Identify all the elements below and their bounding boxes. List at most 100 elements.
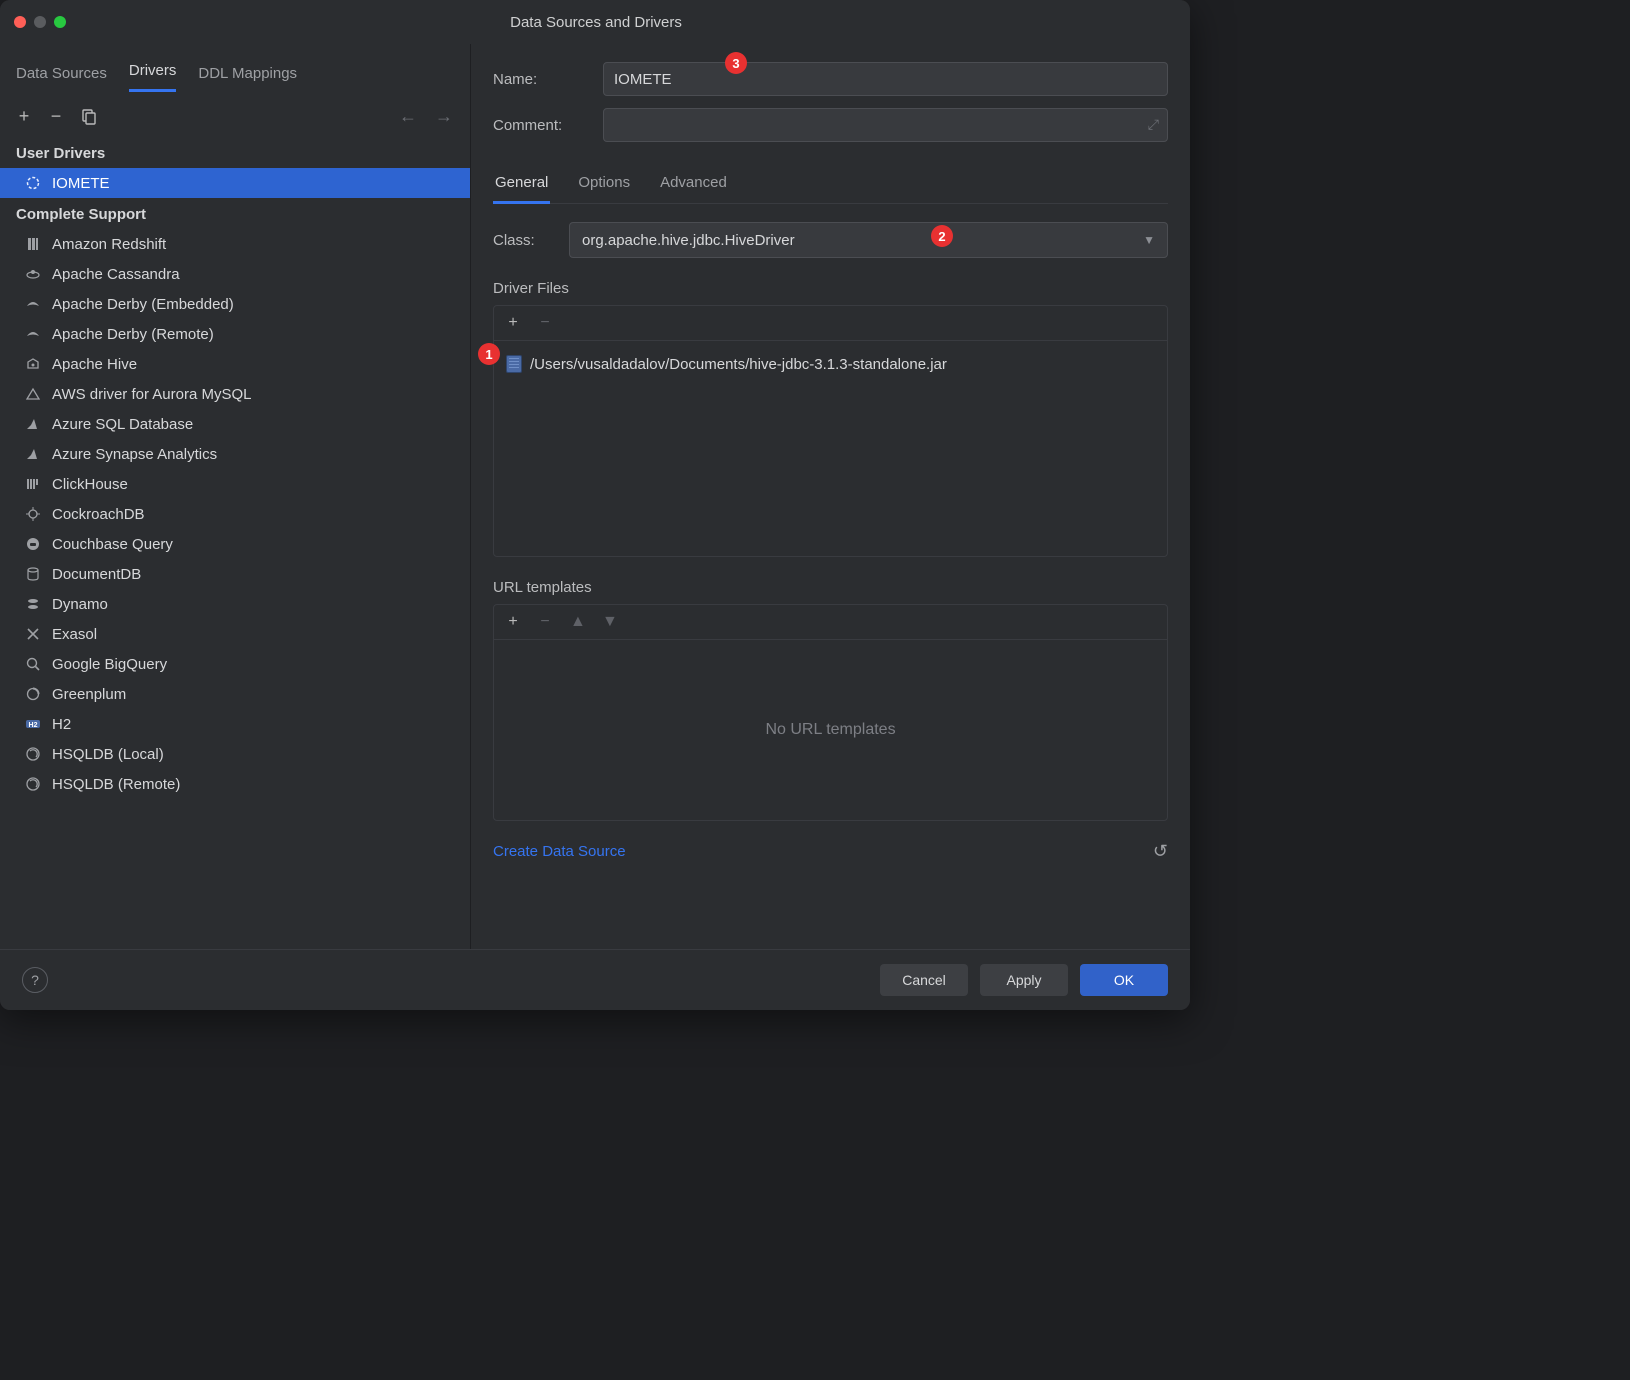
class-select[interactable]: org.apache.hive.jdbc.HiveDriver ▼ <box>569 222 1168 258</box>
move-down-button[interactable]: ▼ <box>602 613 616 631</box>
svg-text:H2: H2 <box>29 722 38 729</box>
driver-row-label: IOMETE <box>52 175 110 192</box>
driver-row-iomete[interactable]: IOMETE <box>0 168 470 198</box>
driver-row-label: Greenplum <box>52 686 126 703</box>
driver-row-label: Apache Derby (Remote) <box>52 326 214 343</box>
class-label: Class: <box>493 232 569 249</box>
driver-row[interactable]: Exasol <box>0 619 470 649</box>
driver-tree[interactable]: Amazon Redshift Apache Cassandra Apache De… <box>0 229 470 950</box>
documentdb-icon <box>24 565 42 583</box>
driver-row[interactable]: Apache Hive <box>0 349 470 379</box>
cassandra-icon <box>24 265 42 283</box>
azure-icon <box>24 445 42 463</box>
driver-row[interactable]: H2H2 <box>0 709 470 739</box>
driver-row[interactable]: Couchbase Query <box>0 529 470 559</box>
comment-input[interactable]: ⤢ <box>603 108 1168 142</box>
annotation-badge-2: 2 <box>931 225 953 247</box>
driver-row[interactable]: Dynamo <box>0 589 470 619</box>
help-button[interactable]: ? <box>22 967 48 993</box>
name-input[interactable]: IOMETE <box>603 62 1168 96</box>
driver-file-row[interactable]: /Users/vusaldadalov/Documents/hive-jdbc-… <box>506 351 1155 377</box>
window-close-button[interactable] <box>14 16 26 28</box>
remove-driver-button[interactable]: − <box>48 109 64 125</box>
h2-icon: H2 <box>24 715 42 733</box>
window-title: Data Sources and Drivers <box>66 14 1126 31</box>
tab-data-sources[interactable]: Data Sources <box>16 65 107 92</box>
apply-button[interactable]: Apply <box>980 964 1068 996</box>
annotation-badge-1: 1 <box>478 343 500 365</box>
add-driver-button[interactable]: + <box>16 109 32 125</box>
expand-icon: ⤢ <box>1148 116 1159 133</box>
driver-row-label: Apache Derby (Embedded) <box>52 296 234 313</box>
clickhouse-icon <box>24 475 42 493</box>
driver-row[interactable]: ClickHouse <box>0 469 470 499</box>
subtab-options[interactable]: Options <box>576 164 632 203</box>
driver-row-label: Google BigQuery <box>52 656 167 673</box>
window-minimize-button[interactable] <box>34 16 46 28</box>
driver-row[interactable]: Greenplum <box>0 679 470 709</box>
driver-row[interactable]: Apache Derby (Embedded) <box>0 289 470 319</box>
left-toolbar: + − ← → <box>0 92 470 137</box>
comment-label: Comment: <box>493 117 603 134</box>
driver-row[interactable]: Apache Cassandra <box>0 259 470 289</box>
azure-icon <box>24 415 42 433</box>
url-templates-empty-text: No URL templates <box>494 640 1167 820</box>
driver-row[interactable]: Azure SQL Database <box>0 409 470 439</box>
driver-row-label: Dynamo <box>52 596 108 613</box>
titlebar: Data Sources and Drivers <box>0 0 1190 44</box>
tab-ddl-mappings[interactable]: DDL Mappings <box>198 65 297 92</box>
remove-url-template-button[interactable]: − <box>538 613 552 631</box>
driver-file-path: /Users/vusaldadalov/Documents/hive-jdbc-… <box>530 356 947 373</box>
revert-button[interactable]: ↺ <box>1153 841 1168 862</box>
driver-row[interactable]: HSQLDB (Local) <box>0 739 470 769</box>
driver-row[interactable]: Google BigQuery <box>0 649 470 679</box>
tab-drivers[interactable]: Drivers <box>129 62 177 92</box>
jar-file-icon <box>506 355 522 373</box>
class-value: org.apache.hive.jdbc.HiveDriver <box>582 232 795 249</box>
driver-row-label: CockroachDB <box>52 506 145 523</box>
add-url-template-button[interactable]: + <box>506 613 520 631</box>
driver-row-label: ClickHouse <box>52 476 128 493</box>
create-data-source-link[interactable]: Create Data Source <box>493 843 626 860</box>
redshift-icon <box>24 235 42 253</box>
annotation-badge-3: 3 <box>725 52 747 74</box>
driver-row[interactable]: HSQLDB (Remote) <box>0 769 470 799</box>
driver-row-label: Amazon Redshift <box>52 236 166 253</box>
bigquery-icon <box>24 655 42 673</box>
window-zoom-button[interactable] <box>54 16 66 28</box>
hsqldb-icon <box>24 745 42 763</box>
user-drivers-header: User Drivers <box>0 137 470 168</box>
dynamo-icon <box>24 595 42 613</box>
driver-row[interactable]: Apache Derby (Remote) <box>0 319 470 349</box>
driver-row-label: Azure SQL Database <box>52 416 193 433</box>
complete-support-header: Complete Support <box>0 198 470 229</box>
exasol-icon <box>24 625 42 643</box>
driver-row-label: DocumentDB <box>52 566 141 583</box>
duplicate-icon <box>80 109 96 125</box>
subtab-general[interactable]: General <box>493 164 550 204</box>
driver-row-label: Apache Cassandra <box>52 266 180 283</box>
move-up-button[interactable]: ▲ <box>570 613 584 631</box>
remove-file-button[interactable]: − <box>538 314 552 332</box>
cockroach-icon <box>24 505 42 523</box>
driver-row[interactable]: AWS driver for Aurora MySQL <box>0 379 470 409</box>
driver-row-label: Exasol <box>52 626 97 643</box>
add-file-button[interactable]: + <box>506 314 520 332</box>
driver-row-label: Couchbase Query <box>52 536 173 553</box>
nav-forward-button[interactable]: → <box>434 106 454 127</box>
driver-row[interactable]: Amazon Redshift <box>0 229 470 259</box>
nav-back-button[interactable]: ← <box>398 106 418 127</box>
hive-icon <box>24 355 42 373</box>
name-label: Name: <box>493 71 603 88</box>
greenplum-icon <box>24 685 42 703</box>
driver-row[interactable]: Azure Synapse Analytics <box>0 439 470 469</box>
driver-files-label: Driver Files <box>493 280 1168 297</box>
duplicate-driver-button[interactable] <box>80 109 96 125</box>
subtab-advanced[interactable]: Advanced <box>658 164 729 203</box>
cancel-button[interactable]: Cancel <box>880 964 968 996</box>
driver-row[interactable]: CockroachDB <box>0 499 470 529</box>
ok-button[interactable]: OK <box>1080 964 1168 996</box>
driver-row[interactable]: DocumentDB <box>0 559 470 589</box>
driver-row-label: HSQLDB (Remote) <box>52 776 180 793</box>
left-tabs: Data Sources Drivers DDL Mappings <box>0 44 470 92</box>
